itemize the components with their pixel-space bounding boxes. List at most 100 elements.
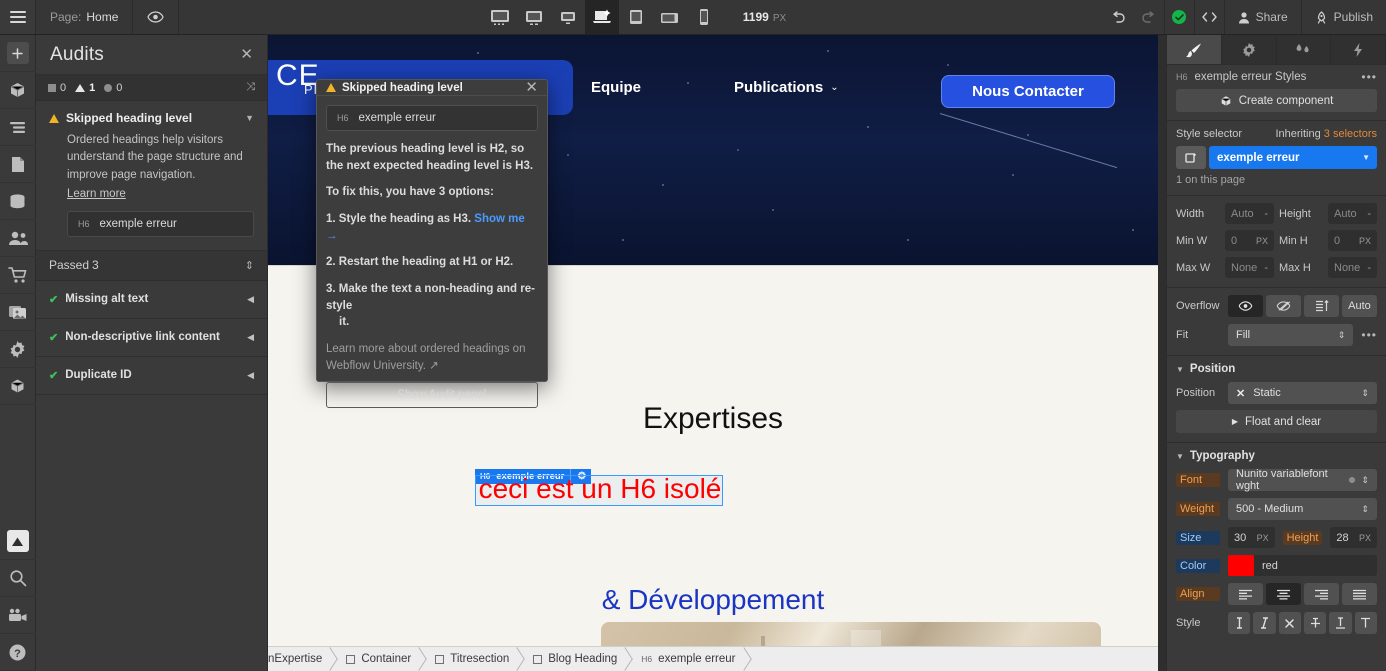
preview-toggle-button[interactable]	[133, 0, 180, 34]
align-left-button[interactable]	[1228, 583, 1263, 605]
close-icon[interactable]: ✕	[240, 47, 253, 62]
search-button[interactable]	[0, 560, 36, 597]
breadcrumb-item-blog-heading[interactable]: Blog Heading	[523, 647, 631, 671]
chevron-left-icon[interactable]: ◀	[247, 294, 254, 305]
undo-button[interactable]	[1104, 0, 1134, 34]
style-tab[interactable]	[1167, 35, 1222, 64]
site-logo[interactable]: CE PR	[276, 61, 323, 97]
breakpoint-tablet[interactable]	[619, 0, 653, 34]
popup-node-chip[interactable]: H6 exemple erreur	[326, 105, 538, 131]
issue-node-chip[interactable]: H6 exemple erreur	[67, 210, 254, 237]
color-value[interactable]: red	[1254, 555, 1377, 576]
breakpoint-mobile-portrait[interactable]	[687, 0, 721, 34]
interactions-tab[interactable]	[1276, 35, 1332, 64]
code-view-button[interactable]	[1193, 0, 1224, 34]
sort-icon[interactable]: ⇕	[245, 259, 254, 272]
passed-row-non-descriptive-link[interactable]: ✔ Non-descriptive link content ◀	[36, 319, 267, 357]
breadcrumb-item-container[interactable]: Container	[336, 647, 425, 671]
overline-button[interactable]	[1354, 612, 1377, 634]
strikethrough-button[interactable]	[1303, 612, 1327, 634]
class-box-icon[interactable]	[1176, 146, 1206, 169]
share-button[interactable]: Share	[1223, 0, 1301, 34]
breakpoint-desktop-xl[interactable]	[483, 0, 517, 34]
help-button[interactable]: ?	[0, 634, 36, 671]
no-decoration-button[interactable]	[1278, 612, 1301, 634]
align-right-button[interactable]	[1304, 583, 1339, 605]
max-height-input[interactable]: None -	[1328, 257, 1377, 278]
chevron-down-icon[interactable]: ▼	[1362, 153, 1370, 162]
italic-button[interactable]	[1253, 612, 1276, 634]
color-swatch[interactable]	[1228, 555, 1254, 576]
learn-more-link[interactable]: Learn more	[67, 188, 126, 200]
apps-button[interactable]	[0, 368, 36, 405]
ecommerce-button[interactable]	[0, 257, 36, 294]
more-dots-icon[interactable]: •••	[1361, 70, 1377, 84]
fit-select[interactable]: Fill ⇕	[1228, 324, 1354, 346]
font-size-input[interactable]: 30 PX	[1228, 527, 1275, 548]
class-chip[interactable]: exemple erreur ▼	[1209, 146, 1377, 169]
selected-h6-element[interactable]: ceci est un H6 isolé	[475, 473, 723, 506]
arrow-right-icon[interactable]: →	[326, 230, 338, 242]
width-input[interactable]: Auto -	[1225, 203, 1274, 224]
collapse-icon[interactable]: ⤨	[246, 81, 255, 94]
saved-status-button[interactable]	[1163, 0, 1194, 34]
weight-select[interactable]: 500 - Medium ⇕	[1228, 498, 1377, 520]
chevron-left-icon[interactable]: ◀	[247, 332, 254, 343]
dev-section-title[interactable]: & Développement	[268, 584, 1158, 616]
passed-row-duplicate-id[interactable]: ✔ Duplicate ID ◀	[36, 357, 267, 395]
upright-button[interactable]	[1228, 612, 1251, 634]
redo-button[interactable]	[1134, 0, 1164, 34]
underline-button[interactable]	[1329, 612, 1352, 634]
position-section-title[interactable]: ▼ Position	[1176, 363, 1377, 375]
align-center-button[interactable]	[1266, 583, 1301, 605]
passed-row-missing-alt-text[interactable]: ✔ Missing alt text ◀	[36, 281, 267, 319]
typography-section-title[interactable]: ▼ Typography	[1176, 450, 1377, 462]
breadcrumb-item-expertise[interactable]: nExpertise	[268, 647, 336, 671]
issue-header[interactable]: Skipped heading level ▼	[49, 111, 254, 125]
height-input[interactable]: Auto -	[1328, 203, 1377, 224]
float-and-clear-button[interactable]: ▶ Float and clear	[1176, 410, 1377, 433]
overflow-scroll-button[interactable]	[1304, 295, 1339, 317]
external-link-icon[interactable]: ↗	[429, 360, 439, 372]
effects-tab[interactable]	[1331, 35, 1386, 64]
line-height-input[interactable]: 28 PX	[1330, 527, 1378, 548]
breadcrumb-item-titresection[interactable]: Titresection	[425, 647, 523, 671]
assets-button[interactable]	[0, 294, 36, 331]
settings-tab[interactable]	[1221, 35, 1277, 64]
show-me-link[interactable]: Show me	[474, 213, 524, 225]
breakpoint-desktop-lg[interactable]	[517, 0, 551, 34]
min-height-input[interactable]: 0 PX	[1328, 230, 1377, 251]
breadcrumb-item-exemple-erreur[interactable]: H6 exemple erreur	[631, 647, 749, 671]
publish-button[interactable]: Publish	[1300, 0, 1386, 34]
chevron-down-icon[interactable]: ▼	[245, 113, 254, 123]
x-icon[interactable]: ✕	[1236, 387, 1245, 400]
users-button[interactable]	[0, 220, 36, 257]
font-select[interactable]: Nunito variablefont wght ⇕	[1228, 468, 1377, 492]
nav-cta-button[interactable]: Nous Contacter	[941, 75, 1115, 108]
pages-button[interactable]	[0, 146, 36, 183]
components-button[interactable]	[0, 72, 36, 109]
add-elements-button[interactable]	[0, 35, 36, 72]
cms-button[interactable]	[0, 183, 36, 220]
show-audit-panel-button[interactable]: ← Show Audit panel	[326, 382, 538, 409]
overflow-visible-button[interactable]	[1228, 295, 1263, 317]
overflow-hidden-button[interactable]	[1266, 295, 1301, 317]
overflow-auto-button[interactable]: Auto	[1342, 295, 1377, 317]
breakpoint-mobile-landscape[interactable]	[653, 0, 687, 34]
nav-link-equipe[interactable]: Equipe	[591, 79, 641, 96]
audit-panel-button[interactable]	[0, 523, 36, 560]
breakpoint-base[interactable]	[584, 0, 619, 34]
passed-section-header[interactable]: Passed 3 ⇕	[36, 250, 267, 281]
breakpoint-desktop-md[interactable]	[551, 0, 585, 34]
nav-link-publications[interactable]: Publications ⌄	[734, 79, 839, 96]
video-button[interactable]	[0, 597, 36, 634]
navigator-button[interactable]	[0, 109, 36, 146]
page-selector[interactable]: Page: Home	[36, 0, 134, 34]
close-icon[interactable]: ✕	[525, 80, 538, 95]
create-component-button[interactable]: Create component	[1176, 89, 1377, 112]
max-width-input[interactable]: None -	[1225, 257, 1274, 278]
align-justify-button[interactable]	[1342, 583, 1377, 605]
hamburger-menu-button[interactable]	[0, 0, 36, 34]
settings-button[interactable]	[0, 331, 36, 368]
chevron-left-icon[interactable]: ◀	[247, 370, 254, 381]
